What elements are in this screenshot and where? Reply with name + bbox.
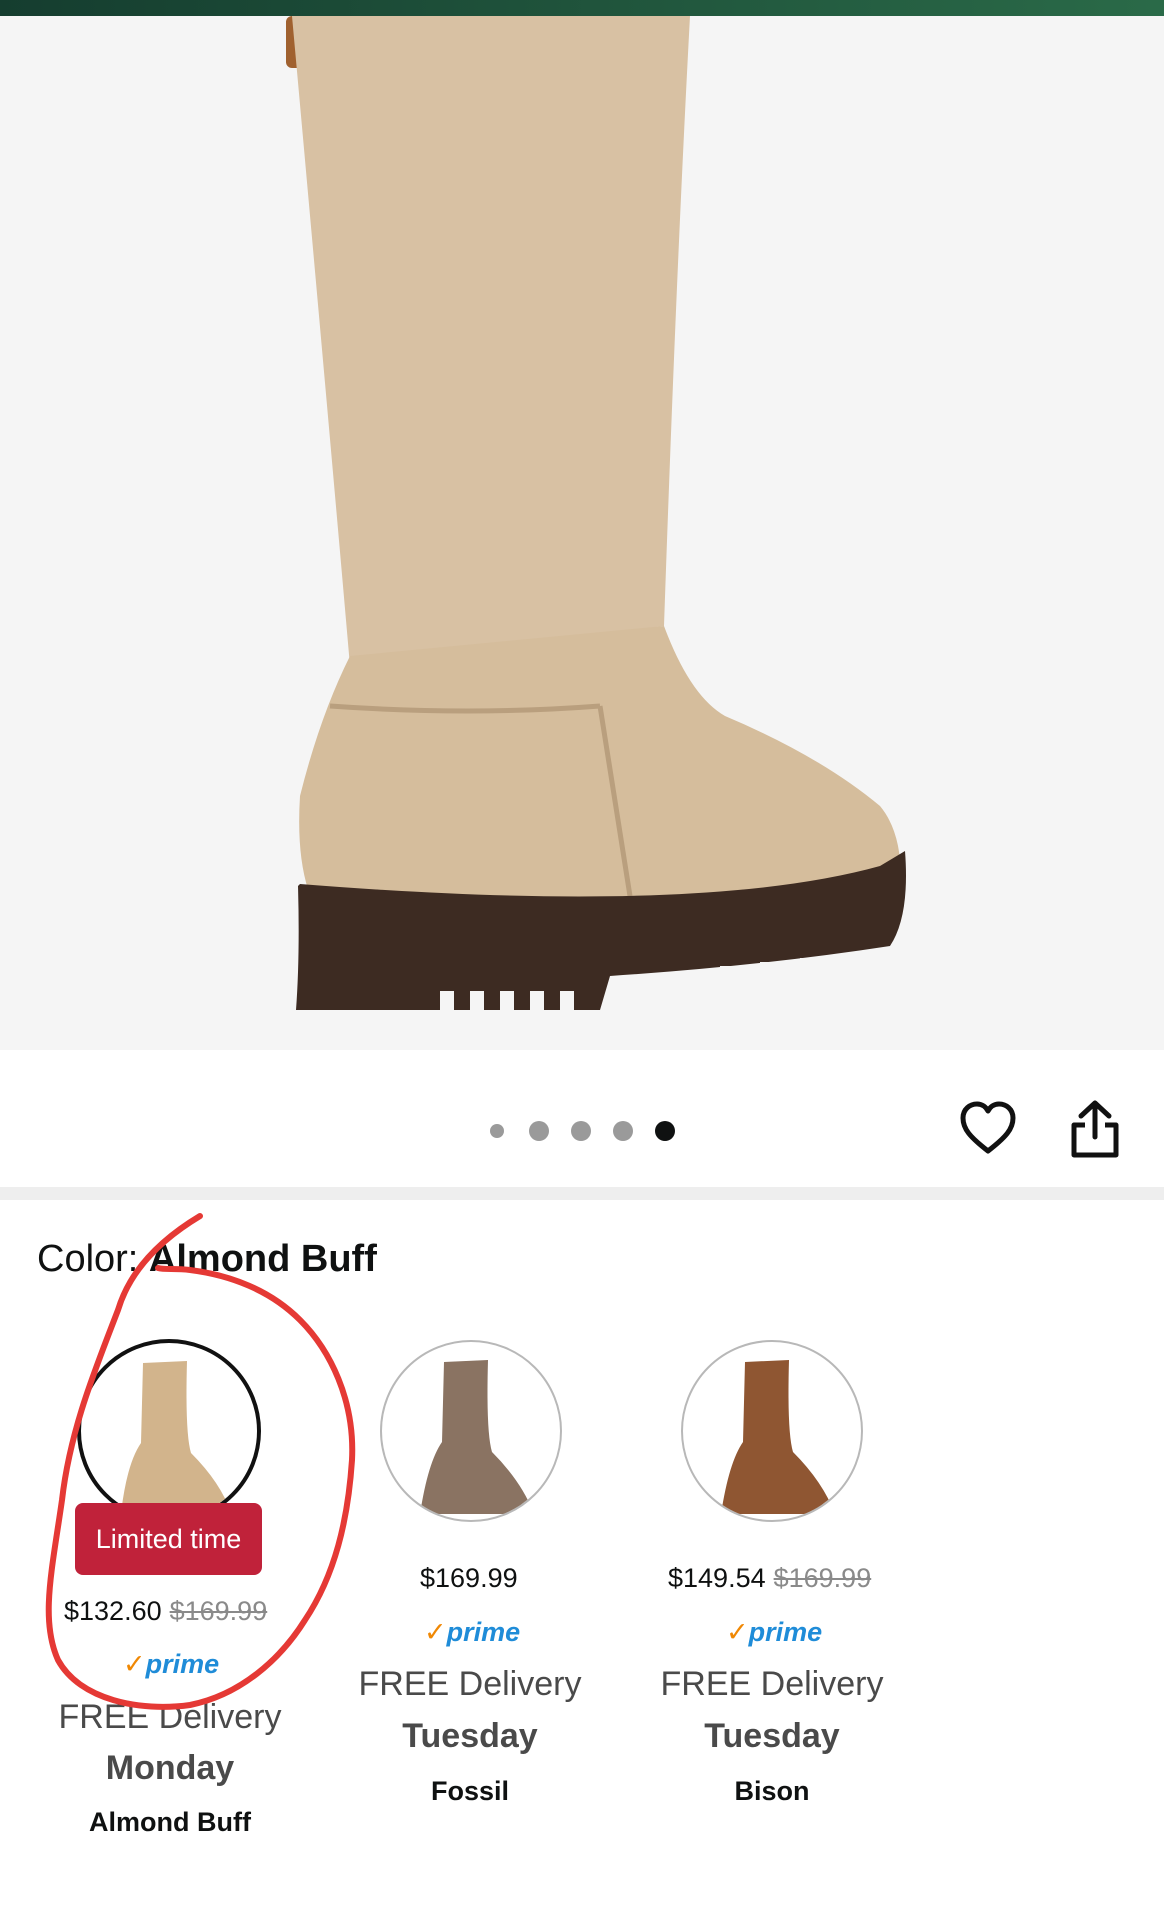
delivery-label: FREE Delivery bbox=[358, 1665, 582, 1703]
selected-color-name: Almond Buff bbox=[148, 1238, 377, 1280]
delivery-day: Monday bbox=[105, 1749, 235, 1787]
swatch-color-name: Fossil bbox=[430, 1776, 510, 1806]
swatch-color-name: Almond Buff bbox=[89, 1807, 251, 1837]
color-swatch-fossil[interactable] bbox=[380, 1340, 562, 1522]
carousel-dot[interactable] bbox=[490, 1124, 504, 1138]
carousel-dot-active[interactable] bbox=[655, 1121, 675, 1141]
prime-badge: ✓prime bbox=[424, 1617, 521, 1647]
delivery-day: Tuesday bbox=[402, 1717, 538, 1755]
color-label: Color: bbox=[37, 1238, 149, 1280]
share-icon[interactable] bbox=[1069, 1099, 1121, 1159]
delivery-day: Tuesday bbox=[704, 1717, 840, 1755]
color-swatch-almond-buff[interactable] bbox=[77, 1339, 261, 1523]
color-selection-label: Color: Almond Buff bbox=[37, 1236, 377, 1282]
swatch-price: $132.60 $169.99 bbox=[64, 1596, 268, 1626]
prime-check-icon: ✓ bbox=[424, 1617, 447, 1647]
swatch-price: $169.99 bbox=[420, 1563, 518, 1593]
color-swatch-bison[interactable] bbox=[681, 1340, 863, 1522]
swatch-color-name: Bison bbox=[734, 1776, 810, 1806]
prime-badge: ✓prime bbox=[726, 1617, 823, 1647]
carousel-dot[interactable] bbox=[529, 1121, 549, 1141]
was-price: $169.99 bbox=[169, 1596, 268, 1626]
delivery-label: FREE Delivery bbox=[660, 1665, 884, 1703]
swatch-price: $149.54 $169.99 bbox=[668, 1563, 872, 1593]
carousel-dot[interactable] bbox=[613, 1121, 633, 1141]
section-divider bbox=[0, 1187, 1164, 1200]
prime-check-icon: ✓ bbox=[123, 1649, 146, 1679]
carousel-dot[interactable] bbox=[571, 1121, 591, 1141]
limited-time-badge: Limited time bbox=[75, 1503, 262, 1575]
was-price: $169.99 bbox=[773, 1563, 872, 1593]
heart-icon[interactable] bbox=[960, 1101, 1016, 1155]
product-image[interactable] bbox=[0, 16, 1164, 1050]
prime-check-icon: ✓ bbox=[726, 1617, 749, 1647]
prime-badge: ✓prime bbox=[123, 1649, 220, 1679]
top-status-bar bbox=[0, 0, 1164, 16]
delivery-label: FREE Delivery bbox=[58, 1698, 282, 1736]
